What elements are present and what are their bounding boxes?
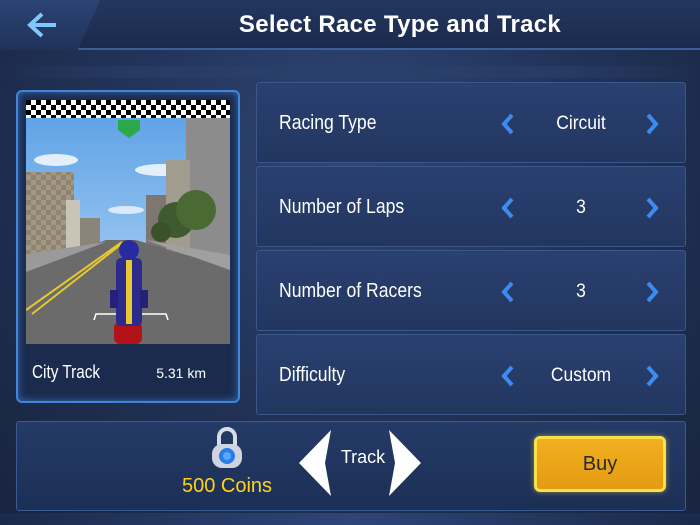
- option-value: 3: [576, 281, 586, 302]
- option-label: Number of Racers: [279, 280, 422, 302]
- option-value: Custom: [550, 365, 612, 386]
- chevron-right-icon: [389, 430, 421, 496]
- option-next-button[interactable]: [644, 197, 660, 219]
- option-next-button[interactable]: [644, 113, 660, 135]
- chevron-right-icon: [646, 197, 659, 219]
- track-length: 5.31 km: [156, 365, 206, 381]
- option-number-of-laps: Number of Laps 3: [256, 166, 686, 247]
- buy-button[interactable]: Buy: [534, 436, 666, 492]
- option-prev-button[interactable]: [500, 113, 516, 135]
- chevron-left-icon: [501, 365, 514, 387]
- option-difficulty: Difficulty Custom: [256, 334, 686, 415]
- header-divider: [0, 66, 700, 78]
- option-next-button[interactable]: [644, 365, 660, 387]
- purchase-panel: 500 Coins Track Buy: [16, 421, 686, 511]
- option-label: Difficulty: [279, 364, 346, 386]
- chevron-left-icon: [501, 281, 514, 303]
- chevron-right-icon: [646, 281, 659, 303]
- price-coins: 500 Coins: [181, 475, 273, 497]
- track-next-button[interactable]: [385, 428, 425, 498]
- option-prev-button[interactable]: [500, 197, 516, 219]
- chevron-right-icon: [646, 365, 659, 387]
- option-value: 3: [576, 197, 586, 218]
- header-bar: Select Race Type and Track: [0, 0, 700, 50]
- option-prev-button[interactable]: [500, 365, 516, 387]
- page-title: Select Race Type and Track: [238, 11, 562, 38]
- chevron-right-icon: [646, 113, 659, 135]
- double-chevron-left-icon: [27, 12, 56, 38]
- option-next-button[interactable]: [644, 281, 660, 303]
- option-label: Number of Laps: [279, 196, 405, 218]
- track-name: City Track: [32, 362, 101, 382]
- race-options-panel: Racing Type Circuit Number of Laps 3 Num…: [256, 82, 686, 416]
- option-number-of-racers: Number of Racers 3: [256, 250, 686, 331]
- chevron-left-icon: [501, 197, 514, 219]
- option-value: Circuit: [556, 113, 606, 134]
- option-prev-button[interactable]: [500, 281, 516, 303]
- chevron-left-icon: [501, 113, 514, 135]
- track-preview-card[interactable]: City Track 5.31 km: [16, 90, 240, 403]
- back-button[interactable]: [0, 0, 100, 50]
- option-racing-type: Racing Type Circuit: [256, 82, 686, 163]
- footer-bar: [0, 513, 700, 525]
- lock-icon: [210, 425, 244, 469]
- option-label: Racing Type: [279, 112, 377, 134]
- track-preview-image: [26, 100, 230, 344]
